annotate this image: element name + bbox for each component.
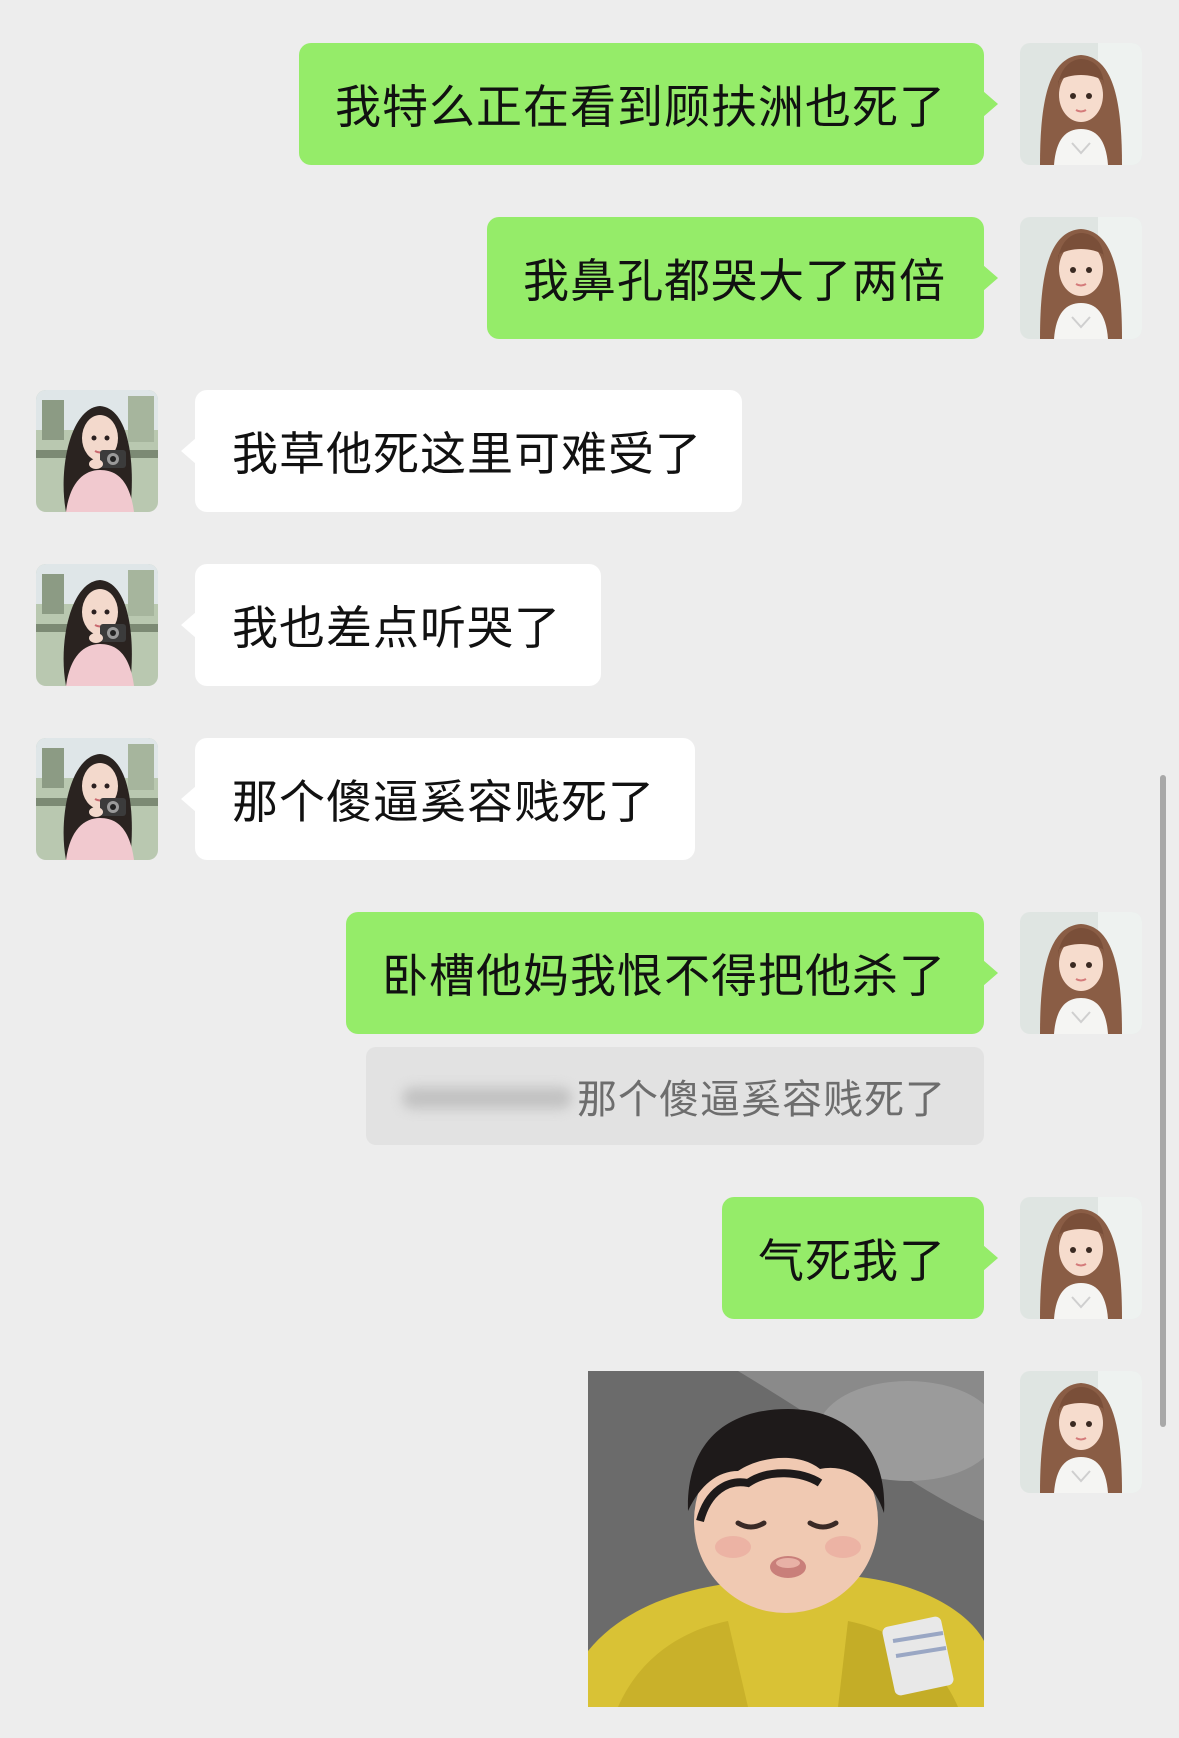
message-bubble-sent[interactable]: 气死我了 xyxy=(722,1197,998,1319)
my-avatar[interactable] xyxy=(1020,43,1142,165)
avatar-image xyxy=(1020,1197,1142,1319)
message-text: 那个傻逼奚容贱死了 xyxy=(232,775,655,829)
message-text: 我也差点听哭了 xyxy=(232,601,561,655)
avatar-image xyxy=(1020,43,1142,165)
avatar-image xyxy=(36,390,158,512)
message-text: 卧槽他妈我恨不得把他杀了 xyxy=(382,949,946,1003)
my-avatar[interactable] xyxy=(1020,912,1142,1034)
my-avatar[interactable] xyxy=(1020,1197,1142,1319)
quoted-message[interactable]: 那个傻逼奚容贱死了 xyxy=(366,1047,984,1145)
avatar-image xyxy=(1020,1371,1142,1493)
contact-avatar[interactable] xyxy=(36,564,158,686)
message-bubble-received[interactable]: 那个傻逼奚容贱死了 xyxy=(181,738,695,860)
sticker-image[interactable] xyxy=(588,1371,984,1707)
message-bubble-received[interactable]: 我也差点听哭了 xyxy=(181,564,601,686)
contact-avatar[interactable] xyxy=(36,390,158,512)
avatar-image xyxy=(1020,217,1142,339)
chat-area[interactable]: 我特么正在看到顾扶洲也死了 我鼻孔都哭大了两倍 我草他死这里可难受了 我也差点听… xyxy=(0,0,1179,1738)
my-avatar[interactable] xyxy=(1020,217,1142,339)
avatar-image xyxy=(1020,912,1142,1034)
message-text: 我特么正在看到顾扶洲也死了 xyxy=(335,80,946,134)
scrollbar[interactable] xyxy=(1160,775,1166,1427)
message-bubble-received[interactable]: 我草他死这里可难受了 xyxy=(181,390,742,512)
message-bubble-sent[interactable]: 我鼻孔都哭大了两倍 xyxy=(487,217,998,339)
message-bubble-sent[interactable]: 我特么正在看到顾扶洲也死了 xyxy=(299,43,998,165)
message-text: 气死我了 xyxy=(758,1234,946,1288)
quoted-message-text: 那个傻逼奚容贱死了 xyxy=(577,1077,946,1123)
crying-toddler-sticker-icon xyxy=(588,1371,984,1707)
message-text: 我草他死这里可难受了 xyxy=(232,427,702,481)
message-bubble-sent[interactable]: 卧槽他妈我恨不得把他杀了 xyxy=(346,912,998,1034)
avatar-image xyxy=(36,564,158,686)
avatar-image xyxy=(36,738,158,860)
contact-avatar[interactable] xyxy=(36,738,158,860)
blurred-sender-name xyxy=(402,1087,572,1109)
my-avatar[interactable] xyxy=(1020,1371,1142,1493)
message-text: 我鼻孔都哭大了两倍 xyxy=(523,254,946,308)
